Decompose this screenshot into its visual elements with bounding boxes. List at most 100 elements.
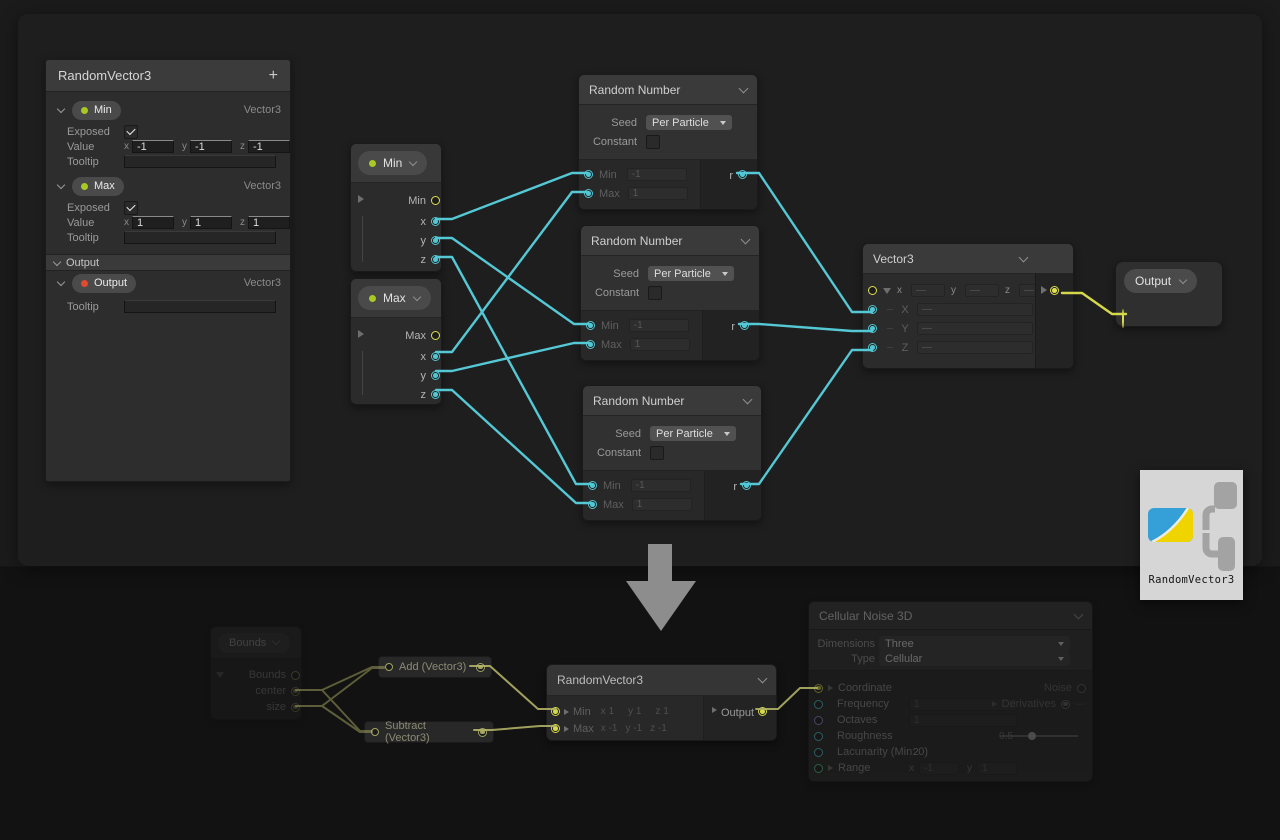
wire-center-subtract[interactable] xyxy=(296,690,372,731)
chevron-down-icon[interactable] xyxy=(57,105,65,113)
result-output-port[interactable] xyxy=(738,170,747,179)
z-output-port[interactable] xyxy=(431,390,440,399)
x-output-port[interactable] xyxy=(431,217,440,226)
output-port[interactable] xyxy=(758,707,767,716)
range-y-field[interactable]: 1 xyxy=(977,762,1017,775)
max-parameter-pill[interactable]: Max xyxy=(358,286,431,310)
output-input-port[interactable] xyxy=(1122,309,1124,328)
vector3-output-port[interactable] xyxy=(431,196,440,205)
add-vector3-node[interactable]: Add (Vector3) xyxy=(378,656,492,678)
min-input-port[interactable] xyxy=(551,707,560,716)
z-output-port[interactable] xyxy=(431,255,440,264)
wire-center-add[interactable] xyxy=(296,667,384,690)
constant-checkbox[interactable] xyxy=(646,135,660,149)
chevron-down-icon[interactable] xyxy=(739,83,749,93)
coordinate-input-port[interactable] xyxy=(814,684,823,693)
octaves-input-port[interactable] xyxy=(814,716,823,725)
seed-dropdown[interactable]: Per Particle xyxy=(646,115,732,130)
bounds-output-port[interactable] xyxy=(291,671,300,680)
blackboard-property-output[interactable]: Output Vector3 xyxy=(46,273,290,293)
center-output-port[interactable] xyxy=(291,687,300,696)
wire-size-add[interactable] xyxy=(296,668,384,706)
roughness-input-port[interactable] xyxy=(814,732,823,741)
blackboard-title-bar[interactable]: RandomVector3 + xyxy=(46,60,290,92)
chevron-down-icon[interactable] xyxy=(409,157,417,165)
chevron-down-icon[interactable] xyxy=(412,292,420,300)
max-parameter-node[interactable]: Max Max x y z xyxy=(350,278,442,405)
chevron-down-icon[interactable] xyxy=(53,257,61,265)
expander-icon[interactable] xyxy=(358,330,364,338)
value-y-field[interactable]: 1 xyxy=(190,216,232,229)
bounds-pill[interactable]: Bounds xyxy=(218,633,290,653)
z-input-port[interactable] xyxy=(868,343,877,352)
expander-icon[interactable] xyxy=(883,288,891,294)
min-parameter-node[interactable]: Min Min x y z xyxy=(350,143,442,272)
property-pill[interactable]: Output xyxy=(72,274,136,293)
chevron-down-icon[interactable] xyxy=(743,394,753,404)
expander-icon[interactable] xyxy=(564,726,569,732)
vector3-input-port[interactable] xyxy=(868,286,877,295)
y-output-port[interactable] xyxy=(431,371,440,380)
range-x-field[interactable]: -1 xyxy=(919,762,959,775)
subtract-vector3-node[interactable]: Subtract (Vector3) xyxy=(364,721,494,743)
min-input-port[interactable] xyxy=(588,481,597,490)
value-x-field[interactable]: -1 xyxy=(132,140,174,153)
value-z-field[interactable]: -1 xyxy=(248,140,290,153)
constant-checkbox[interactable] xyxy=(648,286,662,300)
chevron-down-icon[interactable] xyxy=(1179,275,1187,283)
output-pill[interactable]: Output xyxy=(1124,269,1197,293)
size-output-port[interactable] xyxy=(291,703,300,712)
exposed-checkbox[interactable] xyxy=(124,201,138,215)
cellular-noise-3d-node[interactable]: Cellular Noise 3D Dimensions Three Type … xyxy=(808,601,1093,782)
add-property-button[interactable]: + xyxy=(269,67,278,85)
result-output-port[interactable] xyxy=(740,321,749,330)
random-number-node-1[interactable]: Random Number Seed Per Particle Constant… xyxy=(578,74,758,210)
expander-icon[interactable] xyxy=(828,765,833,771)
add-output-port[interactable] xyxy=(476,663,485,672)
result-output-port[interactable] xyxy=(742,481,751,490)
min-input-port[interactable] xyxy=(584,170,593,179)
tooltip-field[interactable] xyxy=(124,231,276,244)
chevron-down-icon[interactable] xyxy=(741,234,751,244)
chevron-down-icon[interactable] xyxy=(1019,252,1029,262)
property-pill[interactable]: Max xyxy=(72,177,124,196)
bounds-parameter-node[interactable]: Bounds Bounds center size xyxy=(210,626,302,720)
subtract-input-port[interactable] xyxy=(371,728,379,736)
expander-icon[interactable] xyxy=(1041,286,1047,294)
octaves-field[interactable]: 1 xyxy=(909,714,1017,727)
value-z-field[interactable]: 1 xyxy=(248,216,290,229)
value-y-field[interactable]: -1 xyxy=(190,140,232,153)
min-parameter-pill[interactable]: Min xyxy=(358,151,427,175)
expander-icon[interactable] xyxy=(358,195,364,203)
vector3-node[interactable]: Vector3 x— y— z— X — Y — Z — xyxy=(862,243,1074,369)
exposed-checkbox[interactable] xyxy=(124,125,138,139)
chevron-down-icon[interactable] xyxy=(1074,609,1084,619)
lacunarity-input-port[interactable] xyxy=(814,748,823,757)
expander-icon[interactable] xyxy=(216,672,224,678)
blackboard-property-max[interactable]: Max Vector3 xyxy=(46,176,290,196)
max-input-port[interactable] xyxy=(551,724,560,733)
wire-size-subtract[interactable] xyxy=(296,706,372,732)
chevron-down-icon[interactable] xyxy=(272,637,280,645)
type-dropdown[interactable]: Cellular xyxy=(879,651,1070,666)
max-input-port[interactable] xyxy=(584,189,593,198)
vector3-output-port[interactable] xyxy=(431,331,440,340)
chevron-down-icon[interactable] xyxy=(57,278,65,286)
add-input-port[interactable] xyxy=(385,663,393,671)
vector3-output-port[interactable] xyxy=(1050,286,1059,295)
chevron-down-icon[interactable] xyxy=(57,181,65,189)
subtract-output-port[interactable] xyxy=(478,728,487,737)
blackboard-panel[interactable]: RandomVector3 + Min Vector3 Exposed Valu… xyxy=(45,59,291,482)
constant-checkbox[interactable] xyxy=(650,446,664,460)
expander-icon[interactable] xyxy=(992,701,997,707)
slider-handle[interactable] xyxy=(1028,732,1036,740)
tooltip-field[interactable] xyxy=(124,300,276,313)
blackboard-property-min[interactable]: Min Vector3 xyxy=(46,100,290,120)
output-section-header[interactable]: Output xyxy=(46,254,290,271)
frequency-input-port[interactable] xyxy=(814,700,823,709)
subgraph-output-node[interactable]: Output xyxy=(1115,261,1223,327)
derivatives-output-port[interactable] xyxy=(1061,700,1070,709)
expander-icon[interactable] xyxy=(564,709,569,715)
x-input-port[interactable] xyxy=(868,305,877,314)
seed-dropdown[interactable]: Per Particle xyxy=(648,266,734,281)
